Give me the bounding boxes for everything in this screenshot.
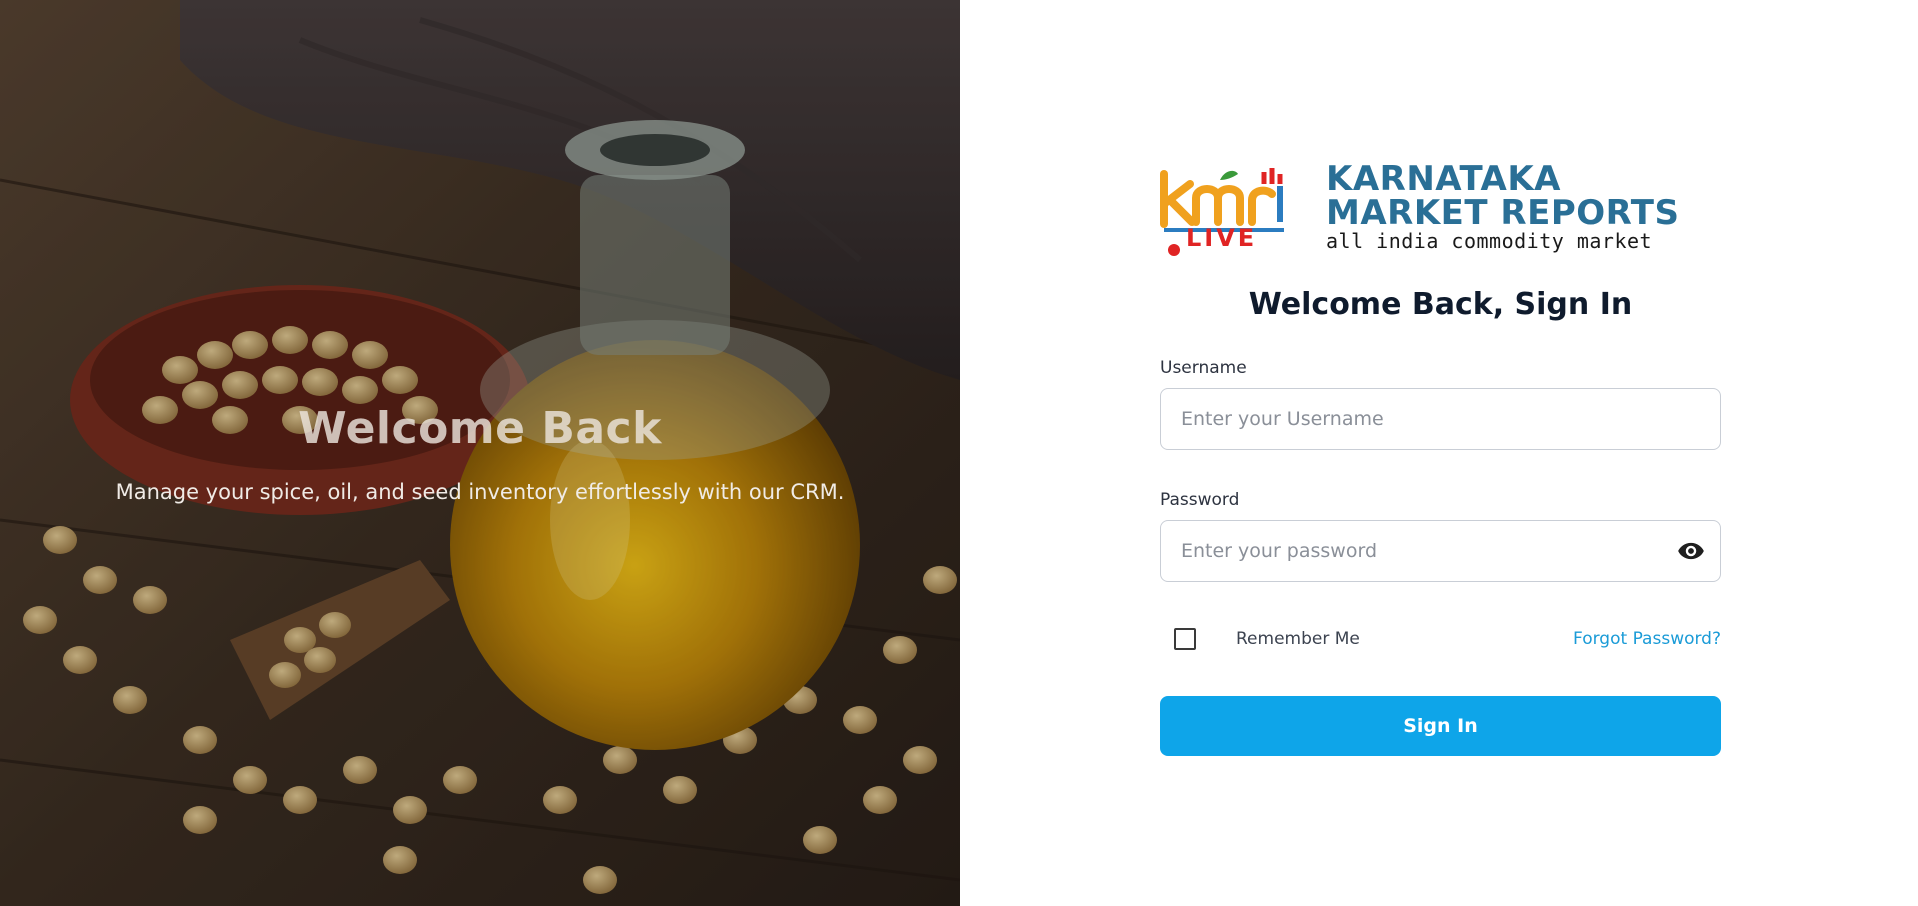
form-title: Welcome Back, Sign In bbox=[1248, 287, 1633, 322]
username-field-wrapper bbox=[1160, 388, 1721, 450]
password-input[interactable] bbox=[1160, 520, 1721, 582]
forgot-password-link[interactable]: Forgot Password? bbox=[1573, 629, 1721, 649]
username-label: Username bbox=[1160, 358, 1247, 378]
remember-me-label[interactable]: Remember Me bbox=[1236, 629, 1360, 649]
brand-tagline: all india commodity market bbox=[1326, 229, 1653, 253]
remember-me[interactable]: Remember Me bbox=[1160, 628, 1360, 650]
hero-title: Welcome Back bbox=[298, 403, 662, 454]
logo-brand-text: KARNATAKA MARKET REPORTS all india commo… bbox=[1326, 162, 1680, 252]
hero-panel: Welcome Back Manage your spice, oil, and… bbox=[0, 0, 960, 906]
logo-live-text: LIVE bbox=[1186, 224, 1258, 252]
password-field-wrapper bbox=[1160, 520, 1721, 582]
form-options-row: Remember Me Forgot Password? bbox=[1160, 624, 1721, 654]
signin-panel: LIVE KARNATAKA MARKET REPORTS all india … bbox=[1160, 150, 1721, 756]
brand-line-2: MARKET REPORTS bbox=[1326, 193, 1680, 233]
brand-line-1: KARNATAKA bbox=[1326, 159, 1561, 199]
remember-me-checkbox[interactable] bbox=[1174, 628, 1196, 650]
eye-icon[interactable] bbox=[1677, 537, 1705, 565]
sign-in-button[interactable]: Sign In bbox=[1160, 696, 1721, 756]
hero-subtitle: Manage your spice, oil, and seed invento… bbox=[115, 480, 845, 504]
brand-logo: LIVE KARNATAKA MARKET REPORTS all india … bbox=[1160, 150, 1721, 265]
username-input[interactable] bbox=[1160, 388, 1721, 450]
password-label: Password bbox=[1160, 490, 1240, 510]
